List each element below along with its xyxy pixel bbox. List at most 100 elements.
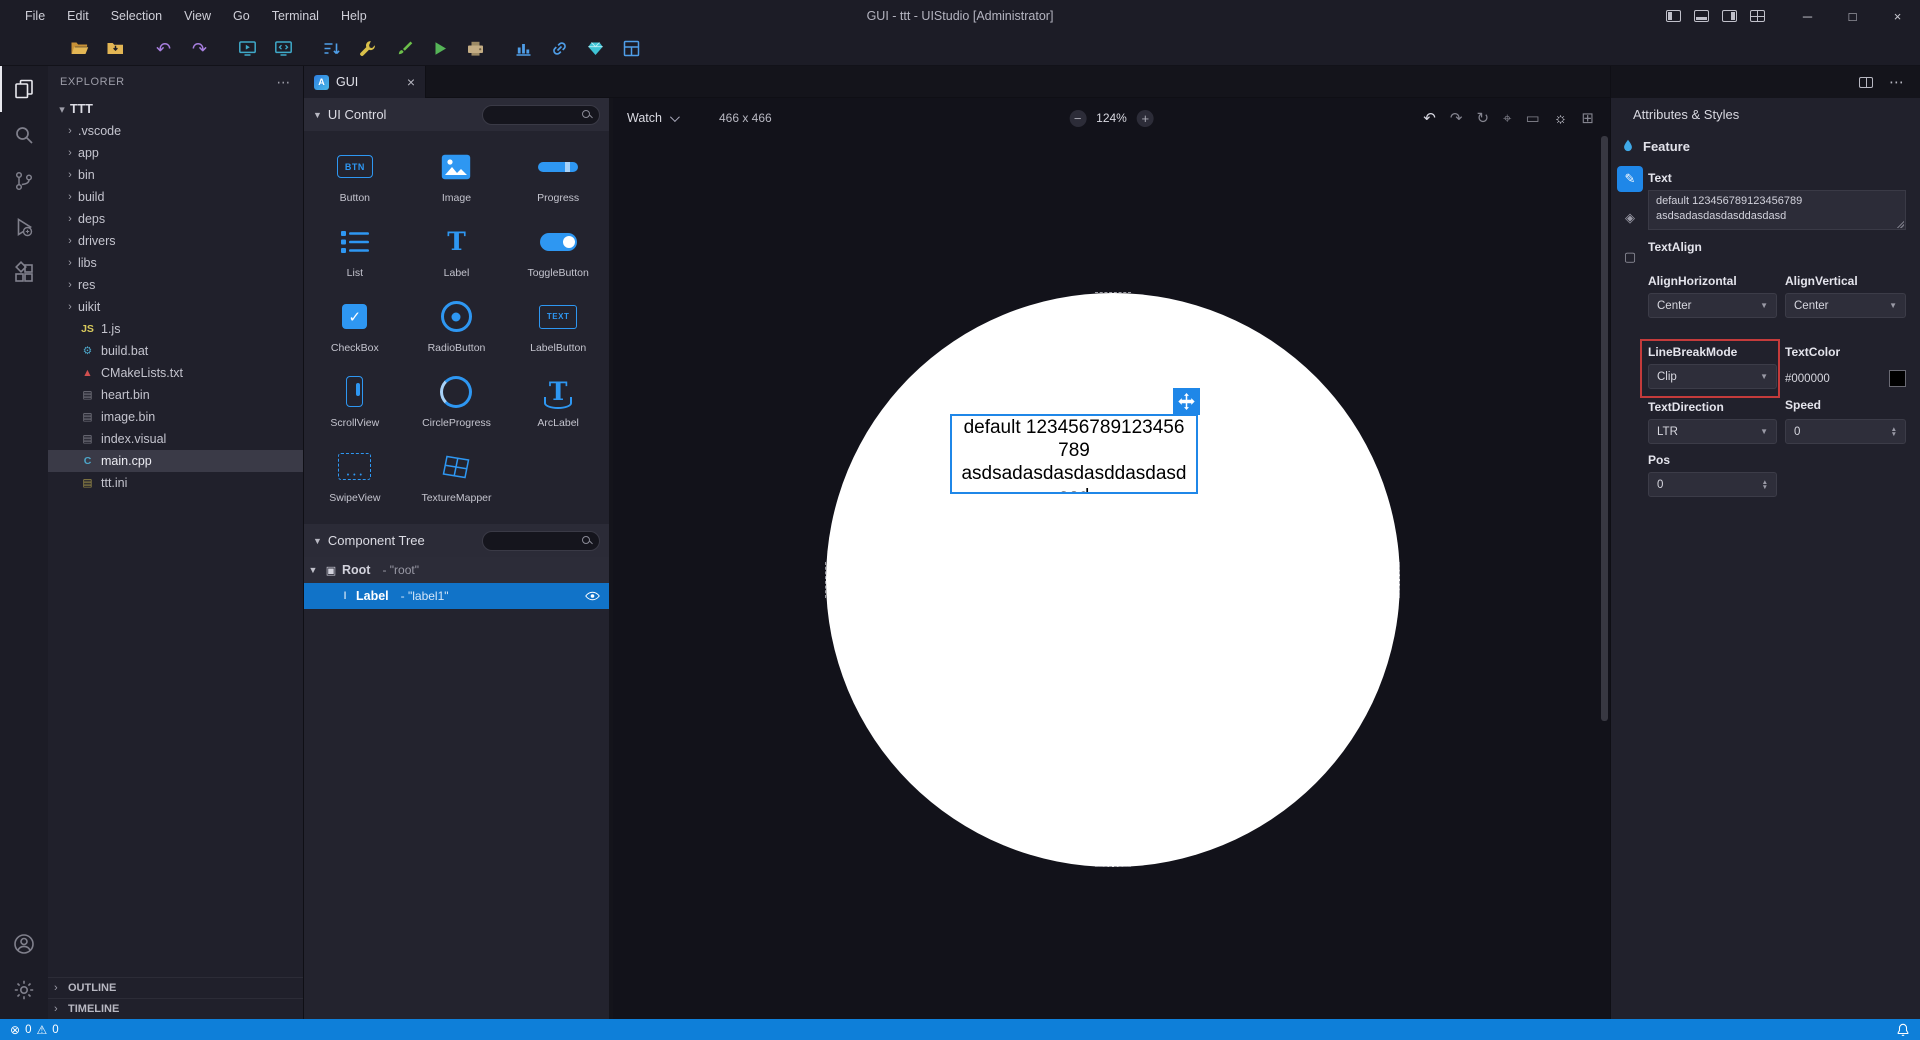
wrench-icon[interactable] xyxy=(354,35,381,62)
warning-count[interactable]: 0 xyxy=(52,1024,58,1036)
stepper-arrows-icon[interactable]: ▲▼ xyxy=(1762,480,1768,490)
settings-gear-icon[interactable] xyxy=(0,967,48,1013)
menu-terminal[interactable]: Terminal xyxy=(261,0,330,32)
frame-icon[interactable]: ▭ xyxy=(1525,111,1539,126)
file-image.bin[interactable]: ▤image.bin xyxy=(48,406,303,428)
ui-control-search-input[interactable] xyxy=(482,105,600,125)
component-tree-search-input[interactable] xyxy=(482,531,600,551)
toggle-panel-icon[interactable] xyxy=(1694,10,1709,22)
tab-gui[interactable]: A GUI × xyxy=(304,66,426,98)
folder-app[interactable]: ›app xyxy=(48,142,303,164)
run-debug-icon[interactable] xyxy=(0,204,48,250)
text-input[interactable]: default 123456789123456789 asdsadasdasda… xyxy=(1648,190,1906,230)
extensions-icon[interactable] xyxy=(0,250,48,296)
folder-drivers[interactable]: ›drivers xyxy=(48,230,303,252)
palette-item-swipeview[interactable]: SwipeView xyxy=(304,439,406,514)
design-canvas[interactable]: Watch 466 x 466 − 124% + ↶↷↻⌖▭☼⊞ default… xyxy=(613,98,1610,1019)
folder-deps[interactable]: ›deps xyxy=(48,208,303,230)
collapse-section-icon[interactable]: ▼ xyxy=(313,536,322,546)
folder-build[interactable]: ›build xyxy=(48,186,303,208)
palette-item-labelbutton[interactable]: TEXTLabelButton xyxy=(507,289,609,364)
run-icon[interactable] xyxy=(426,35,453,62)
maximize-button[interactable]: □ xyxy=(1830,0,1875,32)
palette-item-arclabel[interactable]: TArcLabel xyxy=(507,364,609,439)
file-1.js[interactable]: JS1.js xyxy=(48,318,303,340)
account-icon[interactable] xyxy=(0,921,48,967)
menu-file[interactable]: File xyxy=(14,0,56,32)
menu-view[interactable]: View xyxy=(173,0,222,32)
minimize-button[interactable]: ─ xyxy=(1785,0,1830,32)
palette-item-checkbox[interactable]: CheckBox xyxy=(304,289,406,364)
search-icon[interactable] xyxy=(0,112,48,158)
stepper-arrows-icon[interactable]: ▲▼ xyxy=(1891,427,1897,437)
more-actions-icon[interactable]: ⋯ xyxy=(276,74,291,91)
close-tab-icon[interactable]: × xyxy=(407,74,415,90)
outline-section[interactable]: › OUTLINE xyxy=(48,977,303,998)
undo-icon[interactable]: ↶ xyxy=(1423,111,1436,126)
palette-item-radiobutton[interactable]: RadioButton xyxy=(406,289,508,364)
sort-icon[interactable] xyxy=(318,35,345,62)
textdirection-select[interactable]: LTR ▼ xyxy=(1648,419,1777,444)
selected-label-element[interactable]: default 123456789123456789asdsadasdasdas… xyxy=(950,414,1198,494)
folder-ttt-root[interactable]: ▾ TTT xyxy=(48,98,303,120)
folder-.vscode[interactable]: ›.vscode xyxy=(48,120,303,142)
file-ttt.ini[interactable]: ▤ttt.ini xyxy=(48,472,303,494)
file-index.visual[interactable]: ▤index.visual xyxy=(48,428,303,450)
customize-layout-icon[interactable] xyxy=(1750,10,1765,22)
refresh-icon[interactable]: ↻ xyxy=(1476,111,1489,126)
collapse-section-icon[interactable]: ▼ xyxy=(313,110,322,120)
folder-libs[interactable]: ›libs xyxy=(48,252,303,274)
gem-icon[interactable] xyxy=(582,35,609,62)
resize-grip-icon[interactable] xyxy=(1896,220,1904,228)
open-folder-icon[interactable] xyxy=(66,35,93,62)
close-button[interactable]: × xyxy=(1875,0,1920,32)
file-heart.bin[interactable]: ▤heart.bin xyxy=(48,384,303,406)
code-monitor-icon[interactable] xyxy=(270,35,297,62)
chart-icon[interactable] xyxy=(510,35,537,62)
toggle-secondary-sidebar-icon[interactable] xyxy=(1722,10,1737,22)
notifications-bell-icon[interactable] xyxy=(1896,1023,1910,1037)
menu-help[interactable]: Help xyxy=(330,0,378,32)
align-horizontal-select[interactable]: Center ▼ xyxy=(1648,293,1777,318)
menu-edit[interactable]: Edit xyxy=(56,0,100,32)
import-folder-icon[interactable] xyxy=(102,35,129,62)
canvas-scrollbar[interactable] xyxy=(1601,136,1608,721)
undo-icon[interactable]: ↶ xyxy=(150,35,177,62)
layout-grid-icon[interactable] xyxy=(618,35,645,62)
file-main.cpp[interactable]: Cmain.cpp xyxy=(48,450,303,472)
zoom-in-button[interactable]: + xyxy=(1137,110,1154,127)
palette-item-image[interactable]: Image xyxy=(406,139,508,214)
linebreak-select[interactable]: Clip ▼ xyxy=(1648,364,1777,389)
folder-res[interactable]: ›res xyxy=(48,274,303,296)
palette-item-scrollview[interactable]: ScrollView xyxy=(304,364,406,439)
watch-dropdown[interactable]: Watch xyxy=(627,111,677,125)
file-CMakeLists.txt[interactable]: ▲CMakeLists.txt xyxy=(48,362,303,384)
move-handle[interactable] xyxy=(1173,388,1200,415)
file-build.bat[interactable]: ⚙build.bat xyxy=(48,340,303,362)
speed-input[interactable]: 0 ▲▼ xyxy=(1785,419,1906,444)
link-icon[interactable] xyxy=(546,35,573,62)
split-editor-icon[interactable] xyxy=(1859,77,1873,88)
menu-selection[interactable]: Selection xyxy=(100,0,173,32)
zoom-out-button[interactable]: − xyxy=(1069,110,1086,127)
grid-icon[interactable]: ⊞ xyxy=(1581,111,1594,126)
tree-node-root[interactable]: ▼▣Root- "root" xyxy=(304,557,609,583)
eye-icon[interactable] xyxy=(585,591,600,601)
tree-node-label[interactable]: ILabel- "label1" xyxy=(304,583,609,609)
explorer-icon[interactable] xyxy=(0,66,48,112)
palette-item-texturemapper[interactable]: TextureMapper xyxy=(406,439,508,514)
brush-icon[interactable] xyxy=(390,35,417,62)
toggle-sidebar-icon[interactable] xyxy=(1666,10,1681,22)
palette-item-progress[interactable]: Progress xyxy=(507,139,609,214)
source-control-icon[interactable] xyxy=(0,158,48,204)
timeline-section[interactable]: › TIMELINE xyxy=(48,998,303,1019)
palette-item-label[interactable]: TLabel xyxy=(406,214,508,289)
folder-uikit[interactable]: ›uikit xyxy=(48,296,303,318)
redo-icon[interactable]: ↷ xyxy=(186,35,213,62)
color-swatch[interactable] xyxy=(1889,370,1906,387)
redo-icon[interactable]: ↷ xyxy=(1450,111,1463,126)
textcolor-field[interactable]: #000000 xyxy=(1785,366,1906,391)
menu-go[interactable]: Go xyxy=(222,0,261,32)
pos-input[interactable]: 0 ▲▼ xyxy=(1648,472,1777,497)
preview-monitor-icon[interactable] xyxy=(234,35,261,62)
